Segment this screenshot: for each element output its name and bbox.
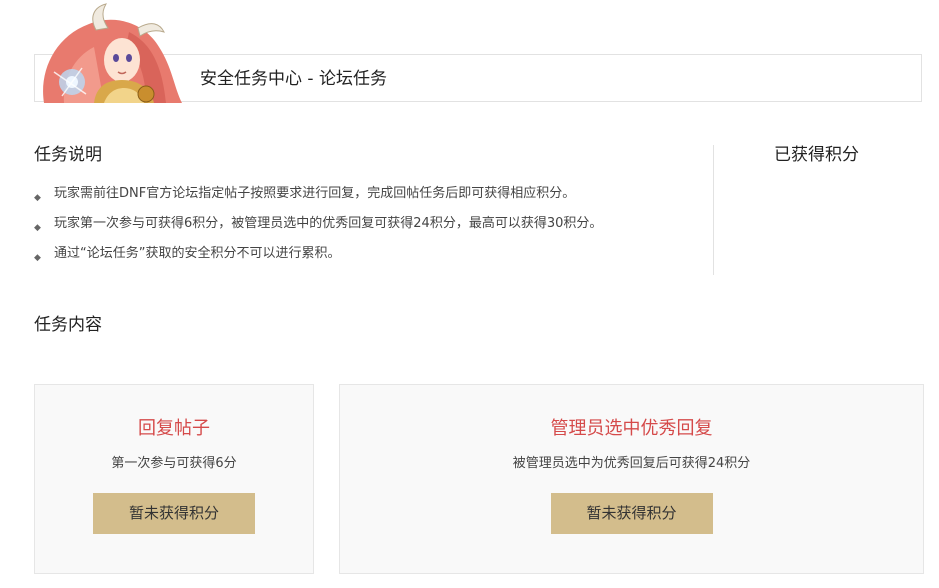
task-description-heading: 任务说明	[34, 145, 102, 165]
diamond-bullet-icon: ◆	[34, 253, 41, 263]
task-rules-list: ◆ 玩家需前往DNF官方论坛指定帖子按照要求进行回复，完成回帖任务后即可获得相应…	[34, 184, 602, 274]
page-title: 安全任务中心 - 论坛任务	[200, 69, 387, 89]
points-status-button[interactable]: 暂未获得积分	[93, 493, 255, 534]
task-content-heading: 任务内容	[34, 315, 102, 335]
points-status-button[interactable]: 暂未获得积分	[550, 493, 713, 534]
rule-text: 通过“论坛任务”获取的安全积分不可以进行累积。	[54, 246, 341, 261]
card-title: 管理员选中优秀回复	[550, 418, 713, 439]
rule-text: 玩家第一次参与可获得6积分，被管理员选中的优秀回复可获得24积分，最高可以获得3…	[54, 216, 603, 231]
card-description: 第一次参与可获得6分	[111, 456, 237, 471]
rule-text: 玩家需前往DNF官方论坛指定帖子按照要求进行回复，完成回帖任务后即可获得相应积分…	[54, 186, 576, 201]
card-title: 回复帖子	[138, 418, 210, 439]
list-item: ◆ 玩家第一次参与可获得6积分，被管理员选中的优秀回复可获得24积分，最高可以获…	[34, 214, 602, 244]
points-earned-heading: 已获得积分	[774, 145, 859, 165]
section-divider	[713, 145, 714, 275]
diamond-bullet-icon: ◆	[34, 223, 41, 233]
list-item: ◆ 通过“论坛任务”获取的安全积分不可以进行累积。	[34, 244, 602, 274]
list-item: ◆ 玩家需前往DNF官方论坛指定帖子按照要求进行回复，完成回帖任务后即可获得相应…	[34, 184, 602, 214]
anime-character-portrait-icon	[34, 2, 186, 103]
card-description: 被管理员选中为优秀回复后可获得24积分	[512, 456, 751, 471]
diamond-bullet-icon: ◆	[34, 193, 41, 203]
excellent-reply-card: 管理员选中优秀回复 被管理员选中为优秀回复后可获得24积分 暂未获得积分	[339, 384, 924, 574]
reply-post-card: 回复帖子 第一次参与可获得6分 暂未获得积分	[34, 384, 314, 574]
